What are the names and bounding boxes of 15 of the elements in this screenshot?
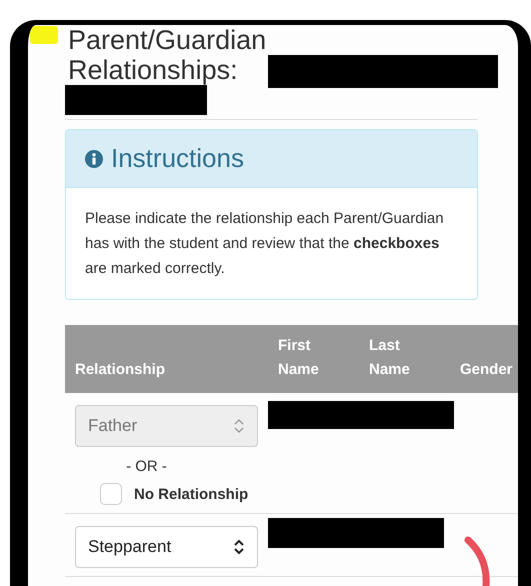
annotation-curve: [464, 536, 492, 586]
relationship-select[interactable]: Stepparent: [75, 526, 258, 568]
chevron-icon: [233, 539, 245, 555]
info-icon: [85, 150, 103, 168]
chevron-icon: [233, 418, 245, 434]
column-header: Relationship: [74, 360, 166, 380]
page-title: Parent/Guardian Relationships:: [68, 25, 268, 85]
column-header: Last Name: [368, 336, 409, 380]
relationship-select: Father: [75, 405, 258, 447]
column-header: Gender: [459, 360, 514, 380]
or-label: - OR -: [125, 458, 168, 475]
column-header: First Name: [277, 336, 318, 380]
checkbox-label: No Relationship: [134, 486, 248, 502]
instructions-text: Please indicate the relationship each Parent/Guardian has with the student and review that the checkboxes are marked correctly.: [85, 209, 445, 279]
instructions-title: Instructions: [111, 143, 244, 174]
